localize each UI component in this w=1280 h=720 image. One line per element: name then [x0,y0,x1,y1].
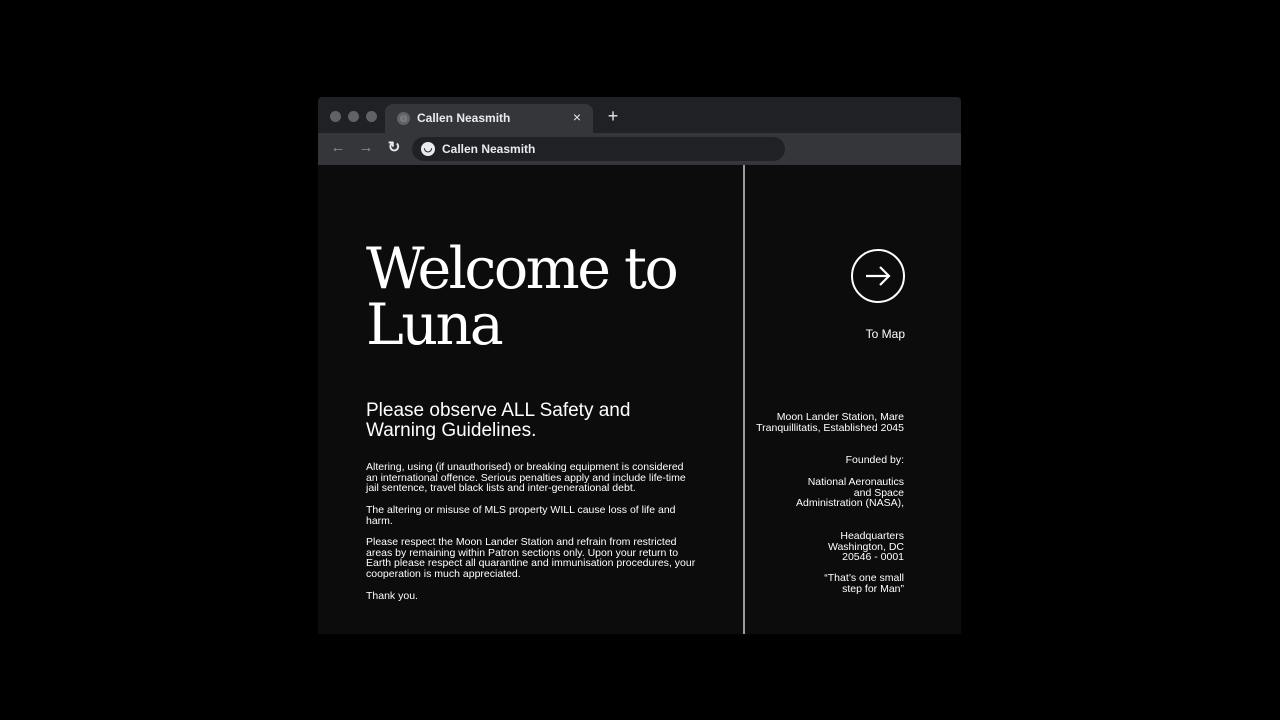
to-map-button[interactable] [851,249,905,303]
window-close-dot[interactable] [330,111,341,122]
column-divider [743,165,745,634]
founded-by-label: Founded by: [845,454,904,466]
to-map-link[interactable]: To Map [866,327,905,341]
window-maximize-dot[interactable] [366,111,377,122]
browser-toolbar: ← → ↻ ◡ Callen Neasmith [318,133,961,165]
browser-tab[interactable]: ◍ Callen Neasmith × [385,104,593,133]
tab-title: Callen Neasmith [417,111,511,125]
headquarters-info: Headquarters Washington, DC 20546 - 0001 [827,530,904,563]
safety-subheading: Please observe ALL Safety and Warning Gu… [366,400,631,441]
browser-window: ◍ Callen Neasmith × + ← → ↻ ◡ Callen Nea… [318,97,961,634]
close-tab-icon[interactable]: × [569,109,585,125]
address-bar[interactable]: ◡ Callen Neasmith [412,137,785,161]
address-text[interactable]: Callen Neasmith [442,142,535,156]
forward-button[interactable]: → [356,138,376,158]
tab-strip: ◍ Callen Neasmith × + [318,97,961,133]
paragraph-respect: Please respect the Moon Lander Station a… [366,536,696,580]
founder-info: National Aeronautics and Space Administr… [796,476,904,509]
paragraph-equipment: Altering, using (if unauthorised) or bre… [366,461,686,494]
moon-quote: “That’s one small step for Man” [824,572,904,595]
new-tab-button[interactable]: + [604,107,622,125]
reload-button[interactable]: ↻ [384,138,404,158]
page-title: Welcome to Luna [366,241,679,354]
station-info: Moon Lander Station, Mare Tranquillitati… [756,411,904,434]
paragraph-thanks: Thank you. [366,590,418,602]
paragraph-misuse: The altering or misuse of MLS property W… [366,504,676,527]
arrow-right-icon [866,266,891,286]
globe-icon: ◍ [397,112,410,125]
page-content: Welcome to Luna Please observe ALL Safet… [318,165,961,634]
window-minimize-dot[interactable] [348,111,359,122]
page-title-line-2: Luna [366,292,504,358]
site-favicon-icon: ◡ [421,142,435,156]
back-button[interactable]: ← [328,138,348,158]
